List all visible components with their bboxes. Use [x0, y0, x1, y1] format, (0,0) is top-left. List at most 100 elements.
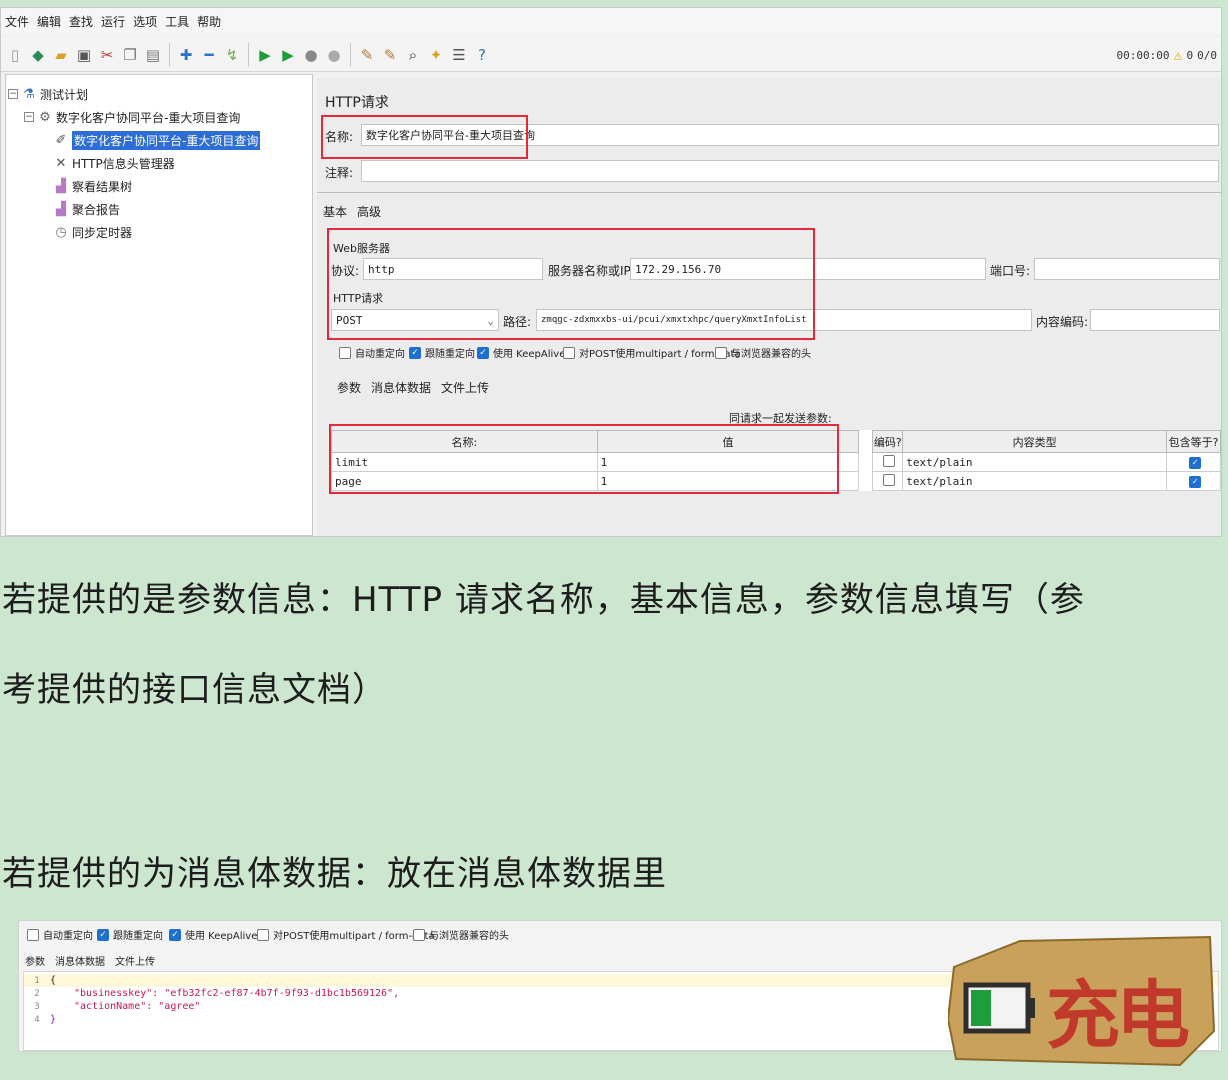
content-type-cell[interactable]: text/plain — [902, 471, 1168, 491]
menu-tools[interactable]: 工具 — [165, 13, 189, 30]
tab-parameters[interactable]: 参数 — [337, 379, 361, 396]
tree-node-http-request[interactable]: ✐ 数字化客户协同平台-重大项目查询 — [54, 130, 261, 150]
toolbar-separator — [350, 42, 351, 67]
copy-icon[interactable]: ❐ — [120, 44, 140, 66]
checkbox-auto-redirect[interactable]: 自动重定向 — [27, 927, 93, 942]
include-equals-cell[interactable]: ✓ — [1166, 452, 1221, 472]
tab-basic[interactable]: 基本 — [323, 203, 347, 220]
instruction-text-line-2: 考提供的接口信息文档） — [2, 670, 387, 710]
checkbox-auto-redirect[interactable]: 自动重定向 — [339, 345, 405, 360]
checkbox-icon[interactable] — [883, 454, 896, 467]
function-helper-icon[interactable]: ☰ — [449, 44, 469, 66]
column-header-include-equals[interactable]: 包含等于? — [1166, 430, 1221, 453]
tree-label: 聚合报告 — [72, 202, 121, 217]
menu-file[interactable]: 文件 — [5, 13, 29, 30]
config-tabs: 基本 高级 — [323, 203, 381, 220]
save-icon[interactable]: ▣ — [74, 44, 94, 66]
checkbox-follow-redirect[interactable]: ✓ 跟随重定向 — [409, 345, 475, 360]
collapse-icon[interactable]: ━ — [199, 44, 219, 66]
column-header-content-type[interactable]: 内容类型 — [902, 430, 1168, 453]
table-gap — [858, 471, 874, 491]
checkbox-label: 使用 KeepAlive — [493, 349, 566, 360]
menu-search[interactable]: 查找 — [69, 13, 93, 30]
encode-cell[interactable] — [872, 452, 904, 472]
tree-node-aggregate-report[interactable]: ▟ 聚合报告 — [54, 199, 120, 219]
tab-body-data[interactable]: 消息体数据 — [55, 953, 105, 968]
checkbox-multipart[interactable]: 对POST使用multipart / form-data — [563, 345, 741, 360]
content-type-cell[interactable]: text/plain — [902, 452, 1168, 472]
checkbox-icon[interactable] — [563, 346, 575, 359]
warning-count: 0 — [1186, 48, 1194, 62]
clear-all-icon[interactable]: ✎ — [380, 44, 400, 66]
checkbox-icon[interactable]: ✓ — [409, 346, 421, 359]
menu-options[interactable]: 选项 — [133, 13, 157, 30]
checkbox-label: 使用 KeepAlive — [185, 931, 258, 942]
tree-node-thread-group[interactable]: − ⚙ 数字化客户协同平台-重大项目查询 — [24, 107, 240, 127]
checkbox-label: 跟随重定向 — [425, 349, 475, 360]
tab-advanced[interactable]: 高级 — [357, 203, 381, 220]
help-icon[interactable]: ? — [472, 44, 492, 66]
menu-help[interactable]: 帮助 — [197, 13, 221, 30]
warning-icon[interactable]: ⚠ — [1173, 46, 1182, 64]
toggle-icon[interactable]: ↯ — [222, 44, 242, 66]
encoding-label: 内容编码: — [1036, 315, 1089, 329]
open-icon[interactable]: ▰ — [51, 44, 71, 66]
clear-icon[interactable]: ✎ — [357, 44, 377, 66]
checkbox-icon[interactable] — [27, 928, 39, 941]
tab-body-data[interactable]: 消息体数据 — [371, 379, 431, 396]
checkbox-multipart[interactable]: 对POST使用multipart / form-data — [257, 927, 435, 942]
column-header-encode[interactable]: 编码? — [872, 430, 904, 453]
encode-cell[interactable] — [872, 471, 904, 491]
tab-file-upload[interactable]: 文件上传 — [441, 379, 489, 396]
templates-icon[interactable]: ◆ — [28, 44, 48, 66]
checkbox-icon[interactable]: ✓ — [1189, 476, 1201, 488]
collapse-toggle-icon[interactable]: − — [8, 89, 18, 99]
tree-label: 同步定时器 — [72, 225, 133, 240]
checkbox-browser-headers[interactable]: 与浏览器兼容的头 — [715, 345, 811, 360]
new-file-icon[interactable]: ▯ — [5, 44, 25, 66]
checkbox-icon[interactable] — [257, 928, 269, 941]
checkbox-icon[interactable]: ✓ — [169, 928, 181, 941]
reset-search-icon[interactable]: ✦ — [426, 44, 446, 66]
checkbox-icon[interactable] — [339, 346, 351, 359]
tree-node-result-tree[interactable]: ▟ 察看结果树 — [54, 176, 132, 196]
tree-label: 测试计划 — [40, 87, 89, 102]
checkbox-icon[interactable] — [715, 346, 727, 359]
comment-label: 注释: — [325, 166, 354, 180]
checkbox-icon[interactable] — [413, 928, 425, 941]
checkbox-icon[interactable]: ✓ — [97, 928, 109, 941]
highlight-box-params — [329, 424, 839, 494]
watermark-text: 充电 — [1046, 973, 1189, 1059]
cut-icon[interactable]: ✂ — [97, 44, 117, 66]
stop-icon[interactable]: ● — [301, 44, 321, 66]
paste-icon[interactable]: ▤ — [143, 44, 163, 66]
clock-icon: ◷ — [55, 224, 67, 240]
menu-edit[interactable]: 编辑 — [37, 13, 61, 30]
start-no-pause-icon[interactable]: ▶ — [278, 44, 298, 66]
port-field[interactable] — [1034, 258, 1220, 280]
tree-node-sync-timer[interactable]: ◷ 同步定时器 — [54, 222, 132, 242]
comment-field[interactable] — [361, 160, 1219, 182]
tree-label: HTTP信息头管理器 — [72, 156, 175, 171]
expand-icon[interactable]: ✚ — [176, 44, 196, 66]
menu-run[interactable]: 运行 — [101, 13, 125, 30]
checkbox-icon[interactable]: ✓ — [1189, 457, 1201, 469]
tab-file-upload[interactable]: 文件上传 — [115, 953, 155, 968]
tab-parameters[interactable]: 参数 — [25, 953, 45, 968]
collapse-toggle-icon[interactable]: − — [24, 112, 34, 122]
start-icon[interactable]: ▶ — [255, 44, 275, 66]
tree-node-test-plan[interactable]: − ⚗ 测试计划 — [8, 84, 88, 104]
jmeter-window: 文件 编辑 查找 运行 选项 工具 帮助 ▯ ◆ ▰ ▣ ✂ ❐ ▤ ✚ ━ ↯… — [0, 7, 1222, 537]
checkbox-keepalive[interactable]: ✓ 使用 KeepAlive — [169, 927, 257, 942]
checkbox-browser-headers[interactable]: 与浏览器兼容的头 — [413, 927, 509, 942]
checkbox-keepalive[interactable]: ✓ 使用 KeepAlive — [477, 345, 565, 360]
search-icon[interactable]: ⌕ — [403, 44, 423, 66]
encoding-field[interactable] — [1090, 309, 1220, 331]
checkbox-follow-redirect[interactable]: ✓ 跟随重定向 — [97, 927, 163, 942]
include-equals-cell[interactable]: ✓ — [1166, 471, 1221, 491]
shutdown-icon[interactable]: ● — [324, 44, 344, 66]
checkbox-icon[interactable]: ✓ — [477, 346, 489, 359]
checkbox-label: 跟随重定向 — [113, 931, 163, 942]
checkbox-icon[interactable] — [883, 473, 896, 486]
tree-node-header-manager[interactable]: ✕ HTTP信息头管理器 — [54, 153, 175, 173]
